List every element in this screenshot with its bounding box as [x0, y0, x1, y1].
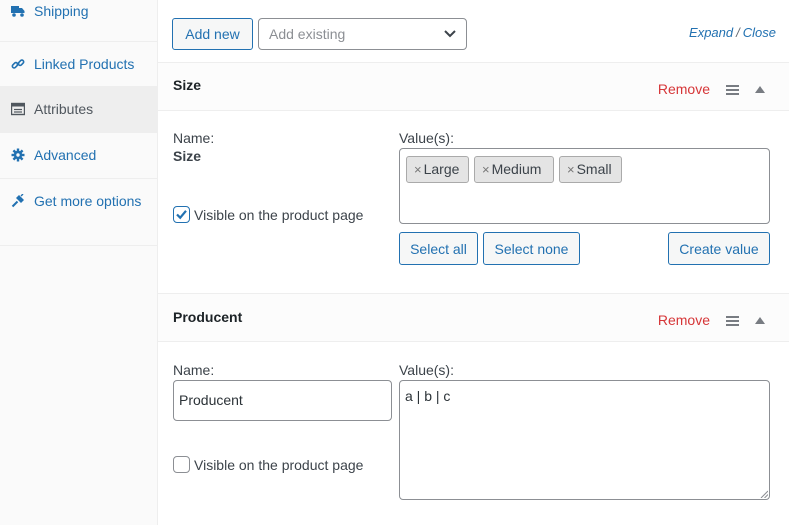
visible-label: Visible on the product page — [194, 207, 364, 223]
attribute-name-input-value: Producent — [179, 392, 243, 408]
tab-attributes-label: Attributes — [34, 101, 94, 117]
add-existing-select[interactable]: Add existing — [258, 18, 467, 50]
gear-icon — [11, 148, 25, 162]
attribute-title: Size — [173, 77, 202, 93]
select-none-button[interactable]: Select none — [483, 232, 580, 265]
resize-grip-icon[interactable] — [760, 490, 768, 498]
select-all-button[interactable]: Select all — [399, 232, 478, 265]
chevron-down-icon — [444, 30, 456, 38]
expand-close-links: Expand / Close — [689, 25, 776, 40]
add-new-button[interactable]: Add new — [172, 18, 253, 50]
chip-label: Medium — [491, 161, 542, 177]
attribute-title: Producent — [173, 309, 243, 325]
expand-link[interactable]: Expand — [689, 25, 733, 40]
create-value-button[interactable]: Create value — [668, 232, 770, 265]
attribute-name-value: Size — [173, 148, 202, 164]
value-chip-medium: × Medium — [474, 156, 554, 183]
drag-handle-icon[interactable] — [726, 85, 739, 95]
value-chip-small: × Small — [559, 156, 622, 183]
tab-shipping[interactable]: Shipping — [0, 0, 157, 42]
tab-get-more-options-label: Get more options — [34, 193, 142, 209]
attribute-name-input[interactable]: Producent — [173, 380, 392, 421]
truck-icon — [11, 6, 25, 17]
expand-close-separator: / — [736, 25, 740, 40]
product-data-tabs: Shipping Linked Products Attributes Adva… — [0, 0, 158, 525]
attribute-header-size[interactable]: Size Remove — [158, 62, 789, 111]
chip-remove-icon[interactable]: × — [414, 162, 422, 177]
name-label: Name: — [173, 362, 215, 378]
tab-linked-products-label: Linked Products — [34, 56, 135, 72]
attribute-values-textarea[interactable]: a | b | c — [399, 380, 770, 500]
plugin-icon — [11, 194, 24, 208]
attributes-toolbar: Add new Add existing Expand / Close — [158, 0, 789, 62]
table-icon — [11, 102, 25, 116]
name-label: Name: — [173, 130, 215, 146]
add-existing-placeholder: Add existing — [269, 26, 346, 42]
visible-label: Visible on the product page — [194, 457, 364, 473]
product-data-tab-list: Shipping Linked Products Attributes Adva… — [0, 0, 157, 246]
chip-label: Large — [423, 161, 460, 177]
value-chip-large: × Large — [406, 156, 469, 183]
chip-remove-icon[interactable]: × — [482, 162, 490, 177]
tab-advanced[interactable]: Advanced — [0, 133, 157, 179]
chip-remove-icon[interactable]: × — [567, 162, 575, 177]
remove-attribute-link[interactable]: Remove — [658, 81, 710, 97]
collapse-toggle-icon[interactable] — [755, 86, 765, 93]
close-link[interactable]: Close — [743, 25, 776, 40]
drag-handle-icon[interactable] — [726, 316, 739, 326]
tab-attributes[interactable]: Attributes — [0, 87, 157, 133]
tab-advanced-label: Advanced — [34, 147, 97, 163]
collapse-toggle-icon[interactable] — [755, 317, 765, 324]
attributes-panel: Add new Add existing Expand / Close Size R… — [158, 0, 789, 525]
attribute-header-producent[interactable]: Producent Remove — [158, 293, 789, 342]
chip-label: Small — [576, 161, 612, 177]
link-icon — [11, 59, 25, 69]
attribute-values-text: a | b | c — [405, 388, 451, 404]
visible-checkbox[interactable] — [173, 456, 190, 473]
tab-shipping-label: Shipping — [34, 3, 89, 19]
checkmark-icon — [176, 210, 187, 220]
tab-linked-products[interactable]: Linked Products — [0, 42, 157, 87]
tab-get-more-options[interactable]: Get more options — [0, 179, 157, 246]
values-label: Value(s): — [399, 362, 454, 378]
values-label: Value(s): — [399, 130, 454, 146]
values-multiselect[interactable]: × Large × Medium × Small — [399, 148, 770, 224]
remove-attribute-link[interactable]: Remove — [658, 312, 710, 328]
visible-checkbox[interactable] — [173, 206, 190, 223]
